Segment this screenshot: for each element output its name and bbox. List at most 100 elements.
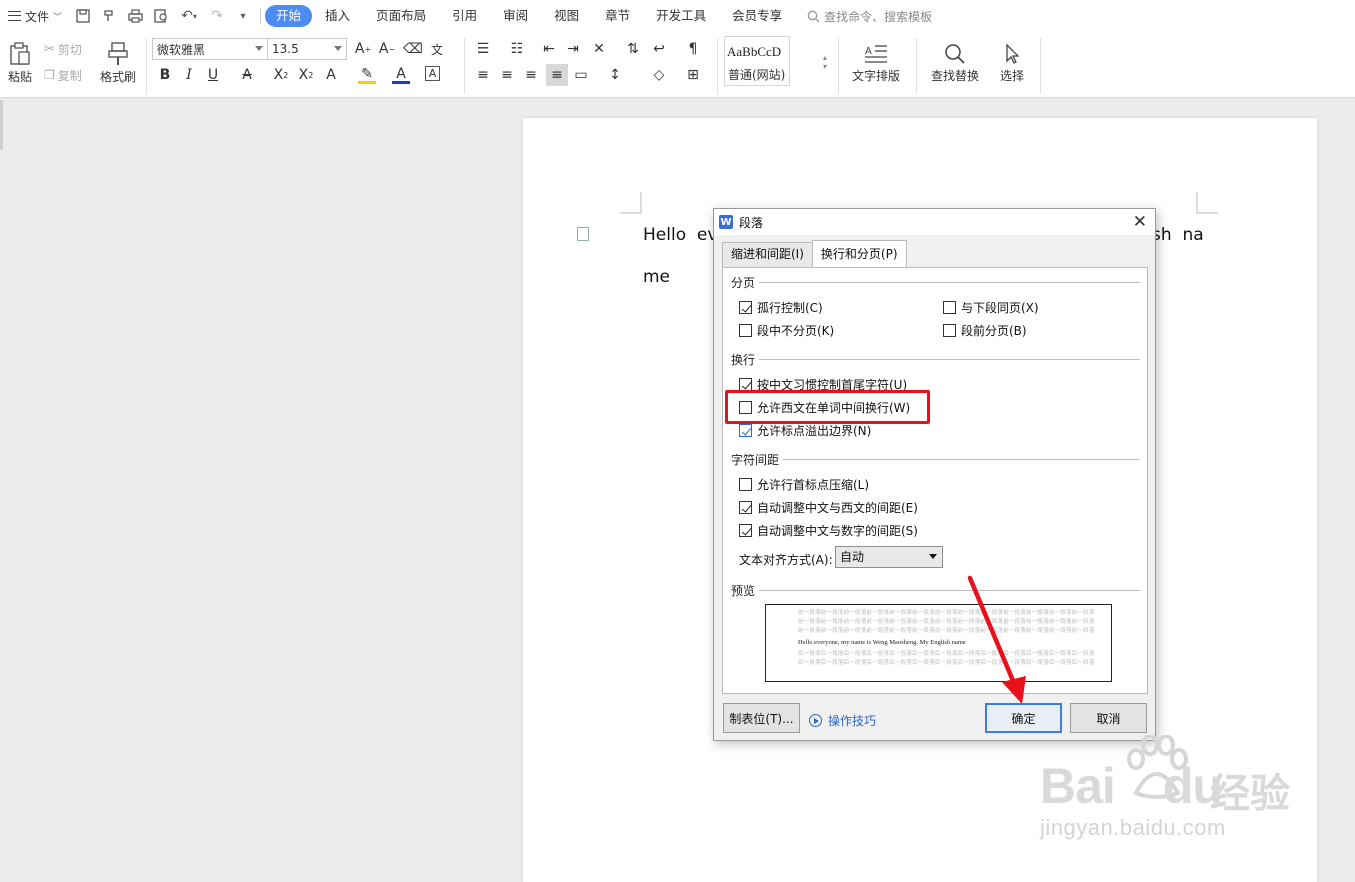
- font-name-select[interactable]: 微软雅黑: [152, 38, 268, 60]
- find-replace-button[interactable]: 查找替换: [924, 38, 986, 88]
- undo-icon[interactable]: ↶ ▾: [174, 0, 204, 32]
- keep-with-next-checkbox[interactable]: 与下段同页(X): [943, 299, 1039, 316]
- strikethrough-icon[interactable]: A: [238, 66, 256, 84]
- chinese-layout-icon[interactable]: ✕: [590, 40, 608, 58]
- dropdown-arrow-icon: [334, 46, 342, 51]
- justify-icon[interactable]: ≡: [546, 64, 568, 86]
- copy-icon: ❐: [44, 68, 55, 82]
- tab-indent-spacing[interactable]: 缩进和间距(I): [722, 242, 813, 267]
- document-line-1-start[interactable]: Hello ev: [643, 225, 717, 245]
- underline-icon[interactable]: U: [204, 66, 222, 84]
- document-line-2[interactable]: me: [643, 267, 670, 287]
- tab-review[interactable]: 审阅: [490, 5, 541, 27]
- svg-text:A: A: [865, 46, 872, 57]
- show-marks-icon[interactable]: ¶: [684, 40, 702, 58]
- format-painter-button[interactable]: 格式刷: [98, 38, 138, 88]
- shrink-font-icon[interactable]: A −: [378, 40, 396, 58]
- char-border-icon[interactable]: A: [425, 66, 440, 81]
- tab-member[interactable]: 会员专享: [719, 5, 795, 27]
- subscript-icon[interactable]: X2: [297, 66, 315, 84]
- italic-icon[interactable]: I: [180, 66, 198, 84]
- compress-punct-checkbox[interactable]: 允许行首标点压缩(L): [739, 476, 869, 493]
- page-break-before-checkbox[interactable]: 段前分页(B): [943, 322, 1027, 339]
- phonetic-guide-icon[interactable]: 文: [428, 40, 446, 58]
- text-layout-button[interactable]: A 文字排版: [845, 38, 907, 88]
- redo-icon[interactable]: ↷: [204, 0, 230, 32]
- clear-format-icon[interactable]: ⌫: [403, 40, 423, 58]
- section-char-spacing-label: 字符间距: [731, 453, 780, 467]
- tips-link[interactable]: 操作技巧: [809, 712, 876, 729]
- widow-control-checkbox[interactable]: 孤行控制(C): [739, 299, 823, 316]
- tab-stops-button[interactable]: 制表位(T)...: [723, 703, 800, 733]
- borders-icon[interactable]: ⊞: [684, 66, 702, 84]
- align-center-icon[interactable]: ≡: [498, 66, 516, 84]
- bold-icon[interactable]: B: [156, 66, 174, 84]
- line-break-icon[interactable]: ↩: [650, 40, 668, 58]
- text-layout-icon: A: [865, 44, 887, 63]
- tab-references[interactable]: 引用: [439, 5, 490, 27]
- red-arrow-annotation: [967, 575, 1026, 704]
- paragraph-preview: 前一段落前一段落前一段落前一段落前一段落前一段落前一段落前一段落前一段落前一段落…: [765, 604, 1112, 682]
- text-align-value: 自动: [840, 550, 865, 564]
- file-menu[interactable]: 文件 ﹀: [0, 0, 70, 32]
- tab-chapter[interactable]: 章节: [592, 5, 643, 27]
- align-right-icon[interactable]: ≡: [522, 66, 540, 84]
- tab-developer[interactable]: 开发工具: [643, 5, 719, 27]
- grow-font-icon[interactable]: A +: [354, 40, 372, 58]
- auto-space-cn-en-checkbox[interactable]: 自动调整中文与西文的间距(E): [739, 499, 918, 516]
- hamburger-icon: [8, 11, 21, 21]
- dialog-title-bar[interactable]: W 段落 ✕: [714, 209, 1155, 235]
- keep-lines-together-checkbox[interactable]: 段中不分页(K): [739, 322, 834, 339]
- checkbox-label: 自动调整中文与西文的间距(E): [757, 501, 918, 515]
- tab-line-page-breaks[interactable]: 换行和分页(P): [811, 240, 907, 267]
- tab-page-layout[interactable]: 页面布局: [363, 5, 439, 27]
- decrease-indent-icon[interactable]: ⇤: [540, 40, 558, 58]
- increase-indent-icon[interactable]: ⇥: [564, 40, 582, 58]
- paragraph-handle-icon[interactable]: [577, 227, 589, 241]
- style-scroll-icon[interactable]: ▴ ▾: [816, 38, 834, 86]
- tab-insert[interactable]: 插入: [312, 5, 363, 27]
- tab-home[interactable]: 开始: [265, 5, 313, 27]
- print-preview-icon[interactable]: [148, 0, 174, 32]
- distributed-icon[interactable]: ▭: [572, 66, 590, 84]
- customize-quick-access-icon[interactable]: ▾: [230, 0, 256, 32]
- line-spacing-icon[interactable]: ↕: [606, 66, 624, 84]
- save-icon[interactable]: [70, 0, 96, 32]
- font-color-icon[interactable]: A: [392, 66, 410, 84]
- crop-mark-top-right: [1196, 192, 1218, 214]
- paste-button[interactable]: 粘贴: [4, 38, 36, 88]
- command-search[interactable]: 查找命令、搜索模板: [795, 8, 932, 25]
- format-painter-quick-icon[interactable]: [96, 0, 122, 32]
- highlight-icon[interactable]: ✎: [358, 66, 376, 84]
- superscript-icon[interactable]: X2: [272, 66, 290, 84]
- style-normal-web[interactable]: AaBbCcD 普通(网站): [724, 36, 790, 86]
- numbered-list-icon[interactable]: ☷: [508, 40, 526, 58]
- copy-button[interactable]: ❐ 复制: [44, 66, 82, 84]
- shading-icon[interactable]: ◇: [650, 66, 668, 84]
- checkbox-box: [739, 301, 752, 314]
- align-left-icon[interactable]: ≡: [474, 66, 492, 84]
- dialog-panel: 分页 孤行控制(C) 与下段同页(X) 段中不分页(K) 段前分页(B) 换行 …: [722, 267, 1148, 694]
- ribbon-separator: [1040, 38, 1041, 94]
- print-icon[interactable]: [122, 0, 148, 32]
- cancel-button[interactable]: 取消: [1070, 703, 1147, 733]
- tab-view[interactable]: 视图: [541, 5, 592, 27]
- select-button[interactable]: 选择: [992, 38, 1032, 88]
- auto-space-cn-num-checkbox[interactable]: 自动调整中文与数字的间距(S): [739, 522, 918, 539]
- font-size-select[interactable]: 13.5: [267, 38, 347, 60]
- document-line-1-end[interactable]: sh na: [1152, 225, 1204, 245]
- checkbox-box: [943, 324, 956, 337]
- text-align-select[interactable]: 自动: [835, 546, 943, 568]
- text-effect-icon[interactable]: A: [322, 66, 340, 84]
- checkbox-box: [739, 424, 752, 437]
- menu-separator: [260, 8, 262, 24]
- cut-label: 剪切: [57, 42, 82, 57]
- cut-button[interactable]: ✂ 剪切: [44, 40, 82, 58]
- ribbon-separator: [916, 38, 917, 94]
- format-painter-label: 格式刷: [99, 69, 136, 84]
- sort-icon[interactable]: ⇅: [624, 40, 642, 58]
- text-layout-label: 文字排版: [851, 68, 900, 83]
- bullet-list-icon[interactable]: ☰: [474, 40, 492, 58]
- punct-overflow-checkbox[interactable]: 允许标点溢出边界(N): [739, 422, 871, 439]
- close-icon[interactable]: ✕: [1133, 212, 1147, 232]
